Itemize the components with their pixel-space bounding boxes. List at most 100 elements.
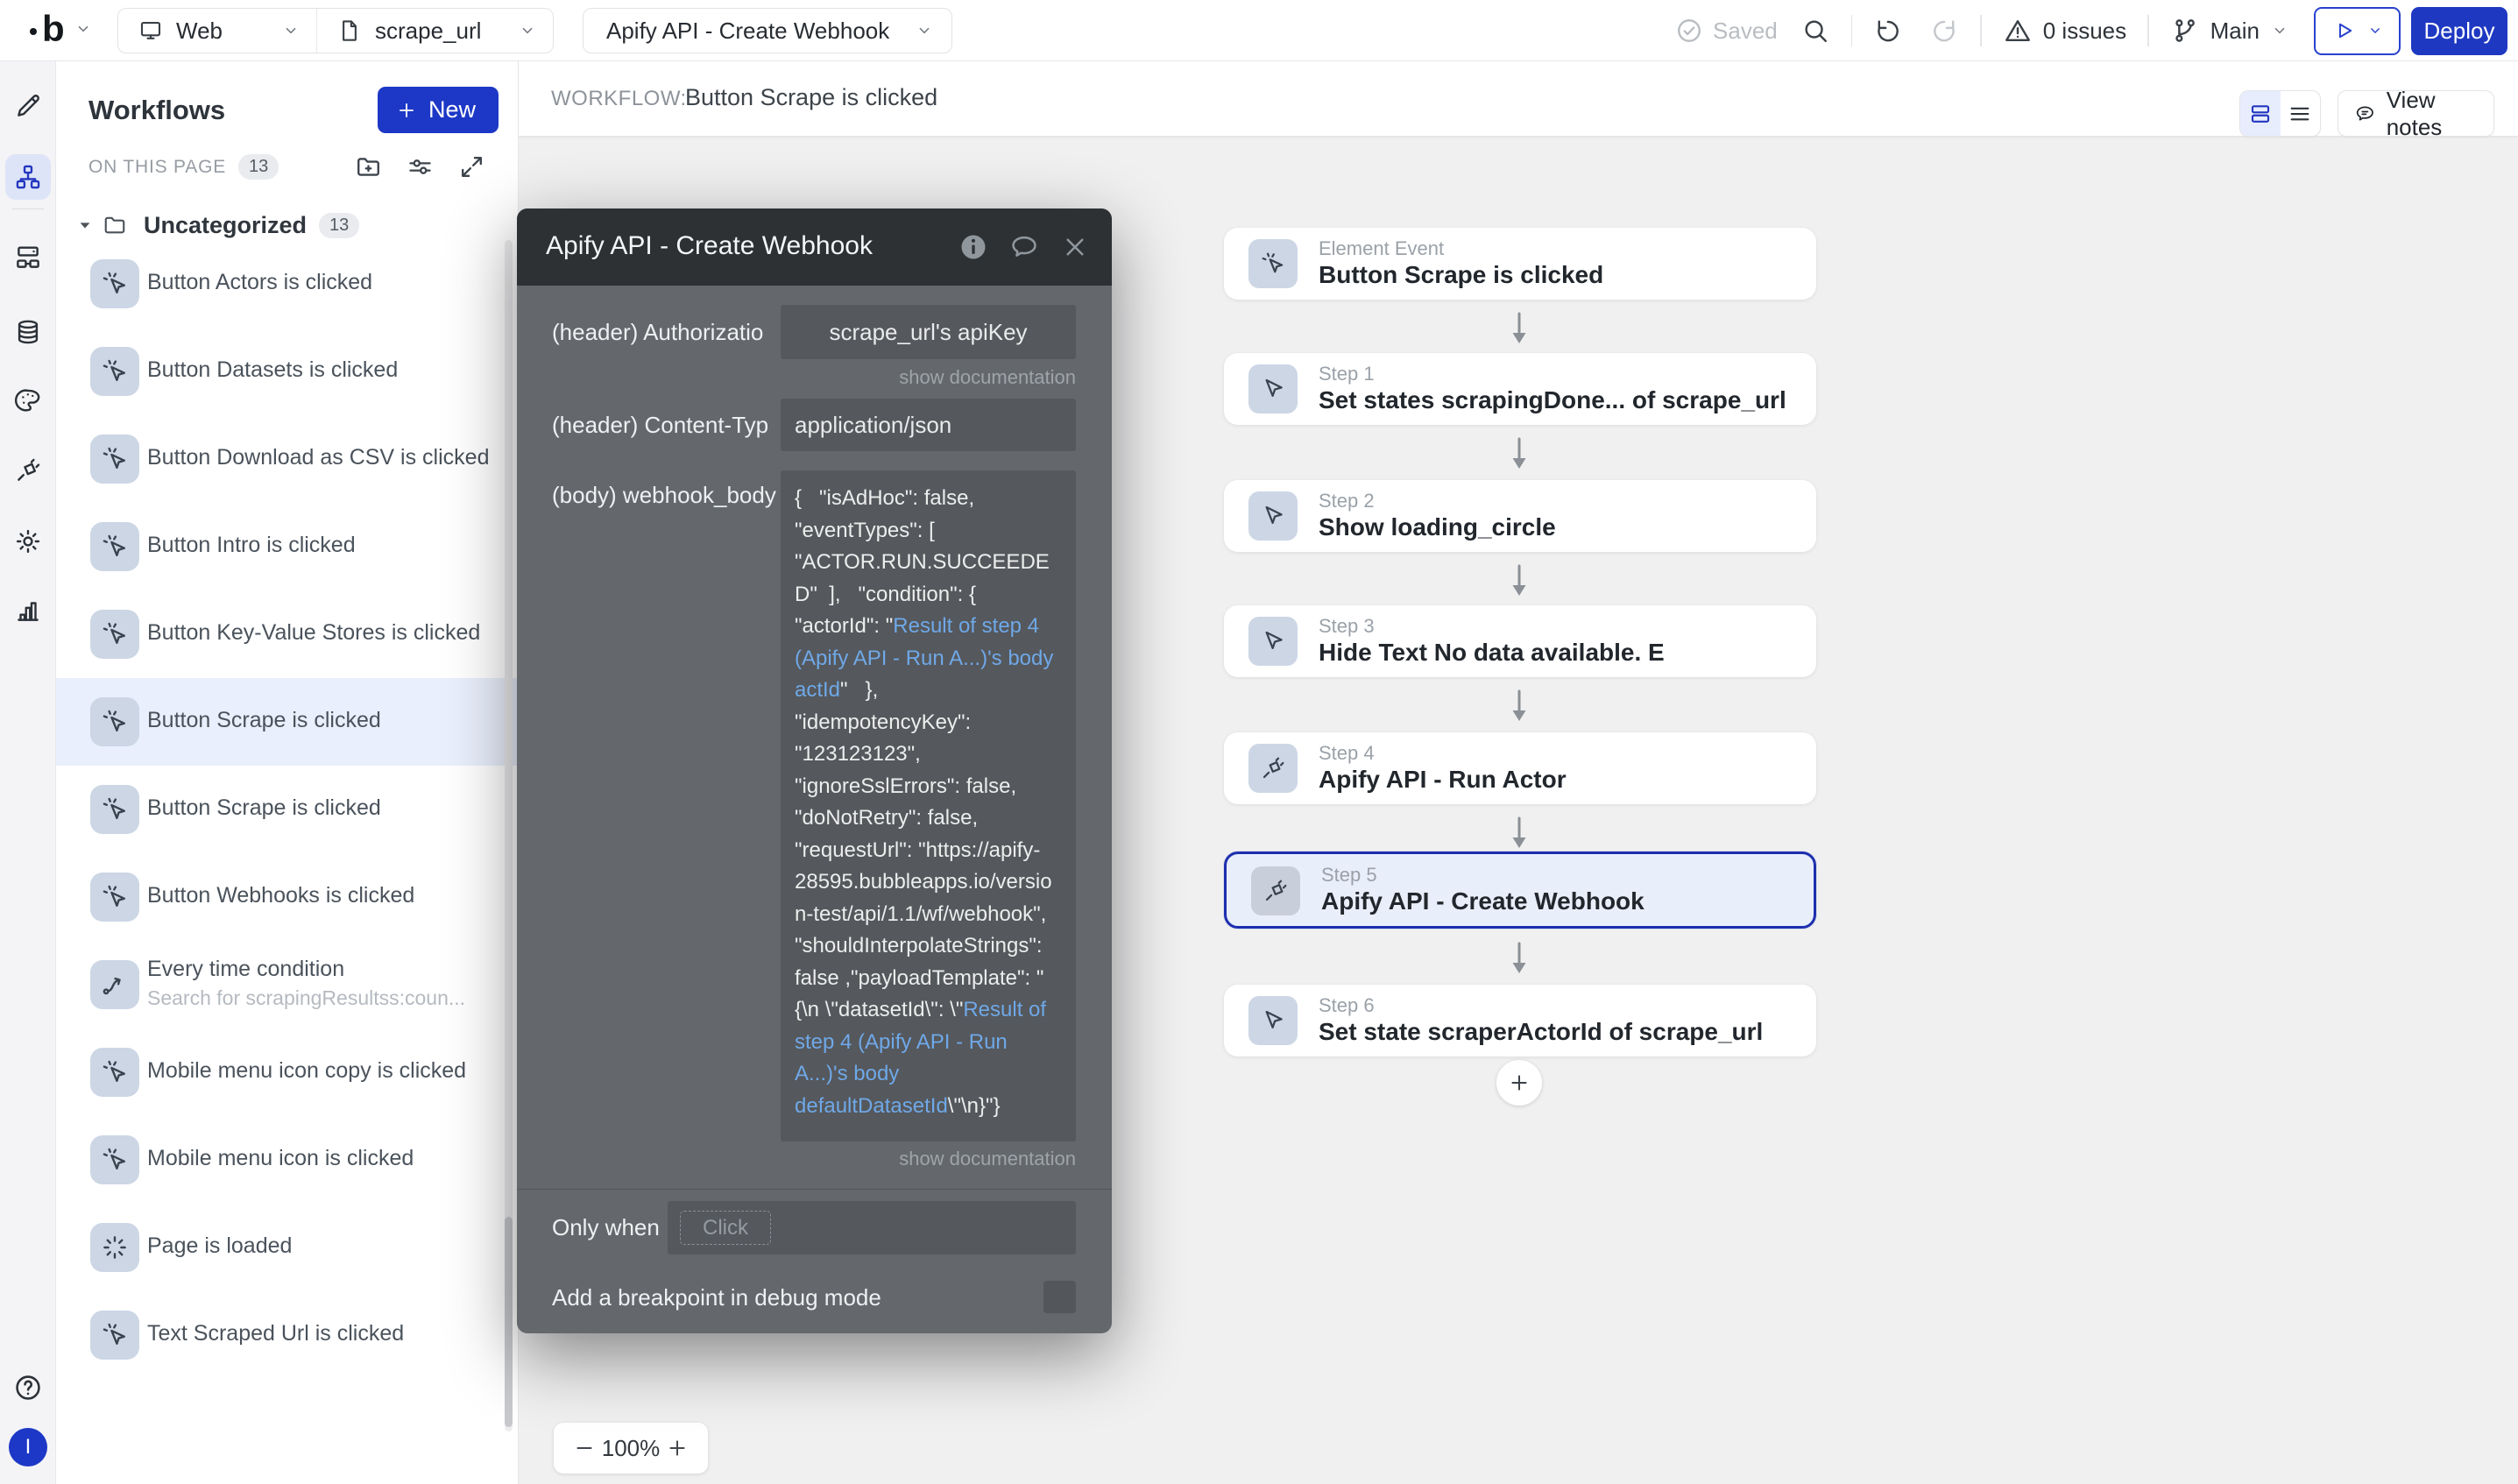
workflow-item[interactable]: Button Key-Value Stores is clicked [56,590,518,678]
only-when-input[interactable]: Click [668,1201,1076,1254]
field-content-type[interactable]: application/json [781,399,1076,451]
issues-indicator[interactable]: 0 issues [2003,16,2126,46]
folder-count-badge: 13 [319,213,359,238]
workflow-item[interactable]: Button Webhooks is clicked [56,853,518,941]
new-workflow-button[interactable]: New [378,87,499,133]
backend-tab[interactable] [11,241,45,274]
close-icon[interactable] [1059,231,1091,263]
workflow-item-label: Button Download as CSV is clicked [147,445,489,470]
node-step-3[interactable]: Step 3 Hide Text No data available. E [1224,605,1816,677]
pencil-icon [13,91,43,121]
caret-down-icon[interactable] [74,214,96,237]
element-click-icon [1248,239,1298,288]
cards-view-button[interactable] [2240,91,2281,136]
workflow-item[interactable]: Mobile menu icon copy is clicked [56,1028,518,1116]
design-tab[interactable] [11,89,45,123]
scope-label: ON THIS PAGE [88,157,226,178]
undo-icon[interactable] [1873,16,1903,46]
blocks-icon [13,243,43,272]
panel-scrollbar[interactable] [505,240,513,1431]
branch-name: Main [2210,18,2260,45]
data-tab[interactable] [11,315,45,349]
webhook-body-json: { "isAdHoc": false, "eventTypes": [ "ACT… [781,470,1076,1134]
platform-selector[interactable]: Web [118,9,317,53]
check-circle-icon [1674,16,1704,46]
node-element-event[interactable]: Element Event Button Scrape is clicked [1224,228,1816,300]
warning-icon [2003,16,2033,46]
question-circle-icon [12,1372,44,1403]
settings-tab[interactable] [11,525,45,558]
show-documentation-link[interactable]: show documentation [899,366,1076,389]
workflow-item[interactable]: Button Intro is clicked [56,503,518,590]
node-title: Show loading_circle [1319,513,1556,541]
workflow-item[interactable]: Every time conditionSearch for scrapingR… [56,941,518,1028]
workflow-item[interactable]: Button Scrape is clicked [56,766,518,853]
styles-tab[interactable] [11,384,45,417]
add-step-button[interactable] [1496,1060,1542,1106]
workflow-item[interactable]: Text Scraped Url is clicked [56,1291,518,1379]
search-icon[interactable] [1800,16,1830,46]
zoom-out-button[interactable] [571,1435,598,1461]
redo-icon[interactable] [1929,16,1959,46]
panel-scrollbar-thumb[interactable] [505,1217,513,1427]
node-kind: Step 2 [1319,490,1375,512]
save-status-label: Saved [1713,18,1778,45]
chevron-down-icon [281,21,301,40]
node-step-2[interactable]: Step 2 Show loading_circle [1224,480,1816,552]
preview-button[interactable] [2314,7,2401,55]
workflow-tab[interactable] [11,160,45,194]
node-step-4[interactable]: Step 4 Apify API - Run Actor [1224,732,1816,804]
help-button[interactable] [11,1371,45,1404]
plugins-tab[interactable] [11,454,45,487]
breakpoint-checkbox[interactable] [1043,1281,1076,1313]
support-beacon-button[interactable]: I [9,1428,47,1466]
connector-arrow-icon [1507,816,1531,850]
deploy-button[interactable]: Deploy [2411,7,2507,55]
node-step-5-selected[interactable]: Step 5 Apify API - Create Webhook [1224,852,1816,929]
workflow-item[interactable]: Button Download as CSV is clicked [56,415,518,503]
add-folder-icon[interactable] [354,152,383,181]
folder-name: Uncategorized [144,212,307,239]
dynamic-expression[interactable]: scrape_url's apiKey [829,319,1027,346]
zoom-in-button[interactable] [664,1435,690,1461]
node-kind: Step 3 [1319,615,1375,638]
node-step-6[interactable]: Step 6 Set state scraperActorId of scrap… [1224,985,1816,1056]
modal-header[interactable]: Apify API - Create Webhook [517,208,1112,286]
divider [517,1189,1112,1190]
node-kind: Step 4 [1319,742,1375,765]
show-documentation-link[interactable]: show documentation [899,1148,1076,1170]
workflow-item[interactable]: Mobile menu icon is clicked [56,1116,518,1204]
view-toggle [2239,90,2321,137]
branch-selector[interactable]: Main [2170,16,2289,46]
workflow-item[interactable]: Button Actors is clicked [56,240,518,328]
list-view-button[interactable] [2281,91,2321,136]
save-status: Saved [1674,16,1778,46]
workflow-item-label: Button Webhooks is clicked [147,883,414,908]
node-title: Hide Text No data available. E [1319,639,1665,667]
field-webhook-body[interactable]: { "isAdHoc": false, "eventTypes": [ "ACT… [781,470,1076,1141]
cards-view-icon [2247,101,2274,127]
filter-sliders-icon[interactable] [406,152,435,181]
palette-icon [13,385,43,415]
node-title: Button Scrape is clicked [1319,261,1603,289]
only-when-placeholder[interactable]: Click [680,1211,771,1245]
field-authorization[interactable]: scrape_url's apiKey [781,305,1076,359]
comment-icon[interactable] [1008,231,1040,263]
action-properties-modal: Apify API - Create Webhook (header) Auth… [517,208,1112,1333]
workflow-item[interactable]: Button Datasets is clicked [56,328,518,415]
node-step-1[interactable]: Step 1 Set states scrapingDone... of scr… [1224,353,1816,425]
deploy-label: Deploy [2424,18,2495,45]
view-notes-button[interactable]: View notes [2338,90,2494,137]
workflow-item[interactable]: Page is loaded [56,1204,518,1291]
workflow-action-selector[interactable]: Apify API - Create Webhook [583,8,952,53]
workflow-item-selected[interactable]: Button Scrape is clicked [56,678,518,766]
bubble-logo-menu[interactable]: b [30,9,93,49]
workflow-item-label: Button Key-Value Stores is clicked [147,620,480,646]
page-selector[interactable]: scrape_url [317,9,553,53]
workflow-item-label: Button Actors is clicked [147,270,372,295]
bubble-logo: b [30,9,65,49]
page-selector-group: Web scrape_url [117,8,554,53]
info-icon[interactable] [958,231,989,263]
expand-icon[interactable] [457,152,486,181]
logs-tab[interactable] [11,594,45,627]
